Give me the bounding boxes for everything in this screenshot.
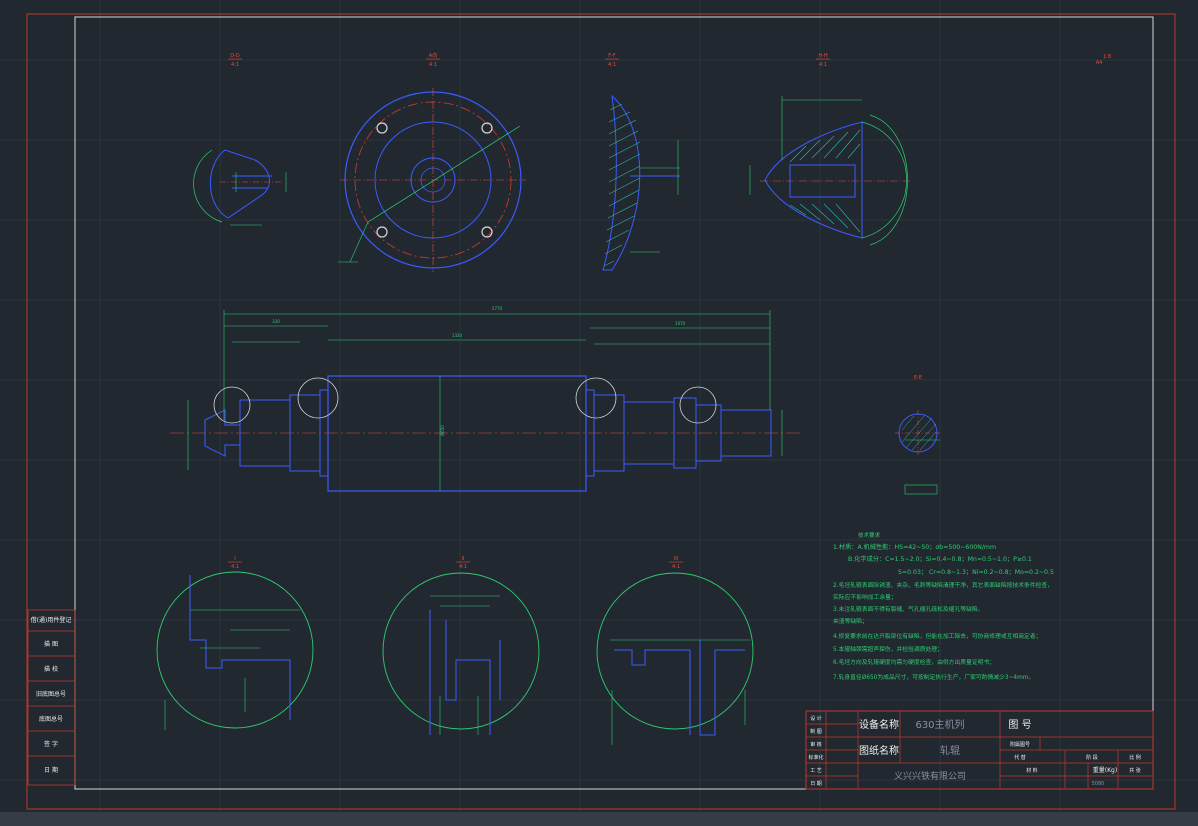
view-label-a: A向	[429, 52, 437, 59]
view-label-ff: F-F	[608, 53, 616, 59]
view-scale-ii: 4:1	[459, 564, 467, 570]
tech-req-line: 5.本辊轴颈需超声探伤，并检验调质处理；	[833, 645, 943, 653]
company-name: 义兴兴铁有限公司	[894, 770, 966, 782]
title-row-label: 工 艺	[810, 768, 822, 774]
dim-main-diameter: Ø650	[440, 425, 445, 436]
dim-left-part: 320	[272, 319, 280, 324]
view-label-i: I	[234, 556, 235, 562]
weight-value: 5080	[1092, 781, 1105, 787]
sheet-mark-code: A4	[1096, 60, 1103, 66]
view-labels: D-D 4:1 A向 4:1 F-F 4:1 H-H 4:1 E-E I 4:1…	[230, 52, 1111, 570]
tech-req-line: 6.毛坯方向及轧辊硬度均需匀硬度检查，由供方出质量证明书；	[833, 658, 995, 666]
tech-req-line: B.化学成分：C=1.5~2.0；Si=0.4~0.8；Mn=0.5~1.0；P…	[848, 555, 1032, 563]
view-scale-a: 4:1	[429, 62, 437, 68]
view-label-hh: H-H	[818, 53, 828, 59]
equipment-name-label: 设备名称	[859, 718, 899, 731]
weight-label: 重量(Kg)	[1093, 766, 1117, 774]
title-block: 设 计 制 图 审 核 标准化 工 艺 日 期 设备名称 630主机列 图纸名称…	[805, 710, 1154, 790]
section-dd	[193, 149, 287, 226]
detail-i	[156, 571, 314, 730]
detail-iii	[596, 572, 754, 745]
left-table-cell: 描 校	[44, 665, 58, 673]
outer-border	[26, 13, 1176, 810]
cad-drawing-canvas: D-D 4:1 A向 4:1 F-F 4:1 H-H 4:1 E-E I 4:1…	[0, 0, 1198, 826]
inner-frame	[74, 16, 1154, 790]
view-a-flange	[338, 88, 526, 272]
view-scale-i: 4:1	[231, 564, 239, 570]
view-scale-hh: 4:1	[819, 62, 827, 68]
title-row-label: 标准化	[808, 754, 823, 761]
status-strip	[0, 812, 1198, 826]
view-label-ee: E-E	[914, 375, 922, 381]
view-label-ii: II	[462, 556, 465, 562]
attach-no-label: 附属图号	[1010, 741, 1030, 748]
tech-req-title: 技术要求	[858, 531, 881, 539]
view-scale-dd: 4:1	[231, 62, 239, 68]
sheet-count-label: 共 张	[1129, 767, 1141, 774]
view-label-dd: D-D	[230, 53, 240, 59]
ratio-label: 比 例	[1129, 754, 1141, 761]
material-label: 材 料	[1026, 767, 1038, 774]
drawing-name-label: 图纸名称	[859, 744, 899, 757]
sheet-mark-num: 1:8	[1103, 54, 1111, 60]
tech-req-line: 4.修复要求前在达开裂部位有缺陷，但能在加工除去，可协商修理或互相商定者；	[833, 632, 1041, 640]
detail-ii	[382, 572, 540, 735]
left-table-cell: 旧底图总号	[36, 690, 66, 698]
title-row-label: 日 期	[810, 781, 822, 787]
equipment-name-value: 630主机列	[915, 718, 964, 731]
tech-req-line: 2.毛坯轧辊表面除锈渣、夹杂、毛刺等缺陷清理干净，其它表面缺陷按技术条件检查，	[833, 581, 1053, 589]
replace-label: 代 替	[1014, 754, 1026, 761]
section-hh	[749, 96, 910, 246]
view-label-iii: III	[674, 556, 678, 562]
left-table-cell: 描 图	[44, 640, 58, 648]
dim-right-part: 1070	[675, 321, 686, 326]
left-table-cell: 借(通)用件登记	[31, 616, 72, 624]
left-side-table: 借(通)用件登记 描 图 描 校 旧底图总号 底图总号 签 字 日 期	[27, 609, 76, 786]
tech-req-line: 夹渣等缺陷；	[833, 617, 868, 625]
dim-total-length: 2770	[492, 306, 503, 311]
section-ff	[602, 94, 680, 271]
shaft-main-view: 2770 320 1320 1070 Ø650	[170, 306, 940, 492]
tech-req-line: 实际应不影响加工余量；	[833, 593, 897, 601]
stage-label: 阶 段	[1086, 754, 1098, 761]
view-label-underlines	[228, 58, 830, 563]
drawing-no-label: 图 号	[1008, 719, 1031, 731]
tech-req-line: S=0.03； Cr=0.8~1.3；Ni=0.2~0.8；Mo=0.2~0.5	[898, 569, 1054, 576]
title-row-label: 审 核	[810, 741, 822, 748]
tech-req-line: 3.未注轧辊表面不得有裂缝、气孔缩孔疏松及缩孔等缺陷，	[833, 605, 983, 613]
drawing-name-value: 轧辊	[940, 744, 960, 757]
view-scale-ff: 4:1	[608, 62, 616, 68]
tech-req-line: 1.材质：A.机械性能：HS=42~50；σb=500~600N/mm	[833, 543, 996, 551]
tech-requirements: 技术要求 1.材质：A.机械性能：HS=42~50；σb=500~600N/mm…	[833, 531, 1054, 681]
title-row-label: 设 计	[810, 715, 822, 722]
dim-mid-length: 1320	[452, 333, 463, 338]
background-grid	[0, 0, 1198, 826]
title-row-label: 制 图	[810, 728, 822, 735]
left-table-cell: 日 期	[44, 766, 58, 774]
view-scale-iii: 4:1	[672, 564, 680, 570]
tech-req-line: 7.轧身直径Ø650为成品尺寸，可按制定执行生产，厂家可酌情减少3~4mm。	[833, 673, 1034, 681]
left-table-cell: 底图总号	[39, 715, 63, 723]
left-table-cell: 签 字	[44, 740, 58, 748]
section-ee	[895, 410, 941, 495]
